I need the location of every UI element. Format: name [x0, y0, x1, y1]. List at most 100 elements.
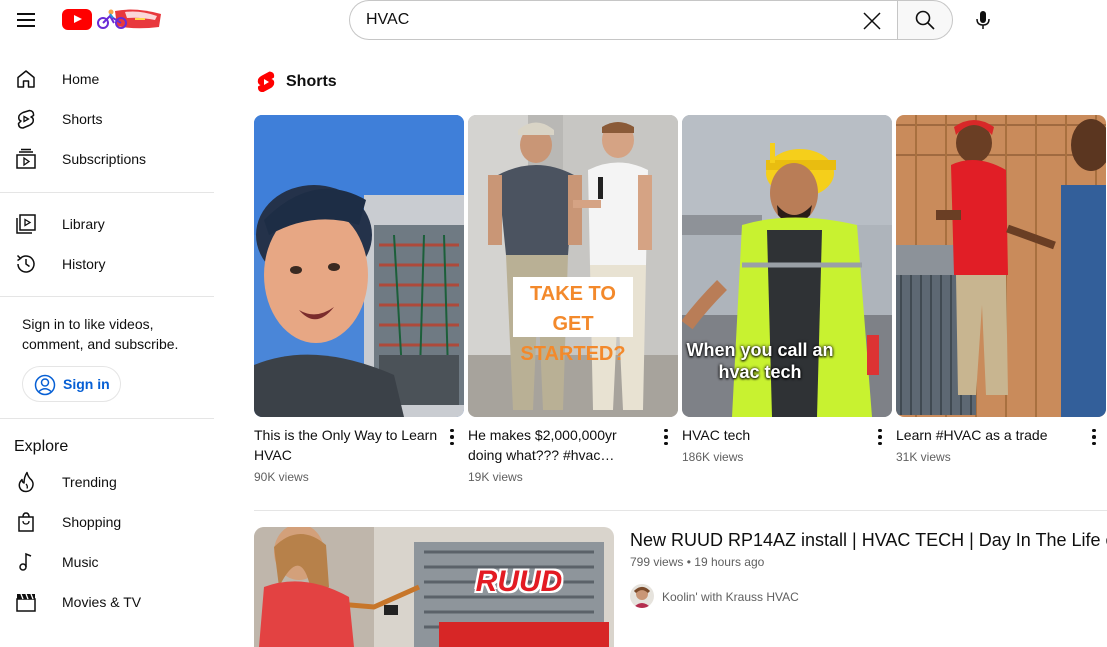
sidebar-item-movies[interactable]: Movies & TV	[0, 582, 214, 622]
short-card[interactable]: When you call an hvac tech HVAC tech 186…	[682, 115, 892, 495]
short-more-actions-button[interactable]	[446, 427, 458, 447]
sidebar-item-music[interactable]: Music	[0, 542, 214, 582]
short-views: 90K views	[254, 470, 309, 484]
search-icon	[915, 10, 935, 30]
kebab-dot	[450, 428, 454, 433]
short-more-actions-button[interactable]	[1088, 427, 1100, 447]
short-title[interactable]: This is the Only Way to Learn HVAC	[254, 425, 439, 465]
short-views: 31K views	[896, 450, 951, 464]
channel-name[interactable]: Koolin' with Krauss HVAC	[662, 590, 799, 604]
sidebar-item-label: Trending	[62, 474, 117, 490]
video-title[interactable]: New RUUD RP14AZ install | HVAC TECH | Da…	[630, 529, 1107, 551]
kebab-dot	[1092, 435, 1096, 439]
short-thumbnail[interactable]	[254, 115, 464, 417]
short-more-actions-button[interactable]	[660, 427, 672, 447]
sidebar-item-label: History	[62, 256, 106, 272]
signin-button[interactable]: Sign in	[22, 366, 121, 402]
shorts-shelf-header: Shorts	[256, 70, 337, 94]
kebab-dot	[878, 428, 882, 433]
sidebar-item-label: Home	[62, 71, 100, 87]
explore-heading: Explore	[14, 438, 69, 455]
hamburger-line	[17, 19, 35, 21]
signin-prompt: Sign in to like videos, comment, and sub…	[22, 316, 179, 352]
doodle-bicycle-icon	[97, 9, 161, 29]
short-title[interactable]: Learn #HVAC as a trade	[896, 425, 1081, 445]
short-overlay-line: TAKE TO GET	[530, 283, 616, 335]
short-overlay-text: When you call an hvac tech	[682, 339, 838, 383]
short-thumbnail[interactable]	[896, 115, 1106, 417]
history-icon	[16, 254, 35, 273]
short-more-actions-button[interactable]	[874, 427, 886, 447]
sidebar-divider	[0, 192, 214, 193]
sidebar-item-label: Music	[62, 554, 99, 570]
youtube-play-icon	[62, 8, 92, 30]
kebab-dot	[450, 441, 454, 446]
meta-separator: •	[686, 555, 691, 569]
short-thumbnail[interactable]: TAKE TO GET STARTED?	[468, 115, 678, 417]
kebab-dot	[878, 435, 882, 439]
kebab-dot	[1092, 428, 1096, 433]
search-box	[349, 0, 897, 40]
short-views: 19K views	[468, 470, 523, 484]
close-icon	[863, 12, 881, 30]
short-overlay-text: TAKE TO GET STARTED?	[513, 279, 633, 369]
sidebar-item-library[interactable]: Library	[0, 204, 214, 244]
short-overlay-line: When you call an	[686, 340, 834, 360]
sidebar-item-shopping[interactable]: Shopping	[0, 502, 214, 542]
subscriptions-icon	[16, 148, 36, 169]
clear-search-button[interactable]	[860, 9, 884, 33]
section-divider	[254, 510, 1107, 511]
short-card[interactable]: This is the Only Way to Learn HVAC 90K v…	[254, 115, 464, 495]
kebab-dot	[664, 441, 668, 446]
video-thumbnail[interactable]: RUUD	[254, 527, 614, 647]
short-views: 186K views	[682, 450, 744, 464]
short-overlay-line: hvac tech	[718, 362, 802, 382]
shorts-logo-icon	[257, 71, 275, 93]
trending-icon	[18, 471, 34, 493]
sidebar-divider	[0, 418, 214, 419]
short-card[interactable]: Learn #HVAC as a trade 31K views	[896, 115, 1106, 495]
movies-icon	[16, 593, 36, 612]
shorts-shelf-title: Shorts	[286, 73, 337, 90]
video-views: 799 views	[630, 555, 684, 569]
kebab-dot	[664, 428, 668, 433]
hamburger-line	[17, 25, 35, 27]
short-overlay-line: STARTED?	[520, 343, 626, 365]
kebab-dot	[1092, 441, 1096, 446]
sidebar-item-label: Shopping	[62, 514, 122, 530]
signin-label: Sign in	[63, 376, 110, 392]
sidebar-item-label: Library	[62, 216, 105, 232]
library-icon	[16, 214, 36, 234]
youtube-logo[interactable]	[62, 7, 164, 31]
sidebar-item-subscriptions[interactable]: Subscriptions	[0, 139, 214, 179]
account-circle-icon	[34, 374, 56, 396]
guide-menu-button[interactable]	[10, 6, 42, 34]
masthead	[0, 0, 1107, 40]
kebab-dot	[878, 441, 882, 446]
shopping-icon	[18, 512, 34, 532]
channel-avatar[interactable]	[630, 584, 654, 608]
video-metadata: 799 views • 19 hours ago	[630, 555, 764, 569]
short-card[interactable]: TAKE TO GET STARTED? He makes $2,000,000…	[468, 115, 678, 495]
sidebar-item-label: Subscriptions	[62, 151, 147, 167]
sidebar-item-trending[interactable]: Trending	[0, 462, 214, 502]
music-icon	[19, 552, 32, 571]
sidebar-divider	[0, 296, 214, 297]
sidebar-item-label: Shorts	[62, 111, 103, 127]
microphone-icon	[976, 11, 990, 29]
hamburger-line	[17, 13, 35, 15]
sidebar-item-shorts[interactable]: Shorts	[0, 99, 214, 139]
short-title[interactable]: He makes $2,000,000yr doing what??? #hva…	[468, 425, 653, 465]
shorts-icon	[17, 109, 35, 129]
voice-search-button[interactable]	[965, 2, 1001, 38]
sidebar-item-label: Movies & TV	[62, 594, 142, 610]
video-thumbnail-text: RUUD	[475, 565, 563, 598]
sidebar-item-home[interactable]: Home	[0, 59, 214, 99]
short-thumbnail[interactable]: When you call an hvac tech	[682, 115, 892, 417]
short-title[interactable]: HVAC tech	[682, 425, 867, 445]
search-button[interactable]	[897, 0, 953, 40]
sidebar-item-history[interactable]: History	[0, 244, 214, 284]
home-icon	[17, 70, 35, 88]
kebab-dot	[450, 435, 454, 439]
search-input[interactable]	[366, 1, 846, 39]
